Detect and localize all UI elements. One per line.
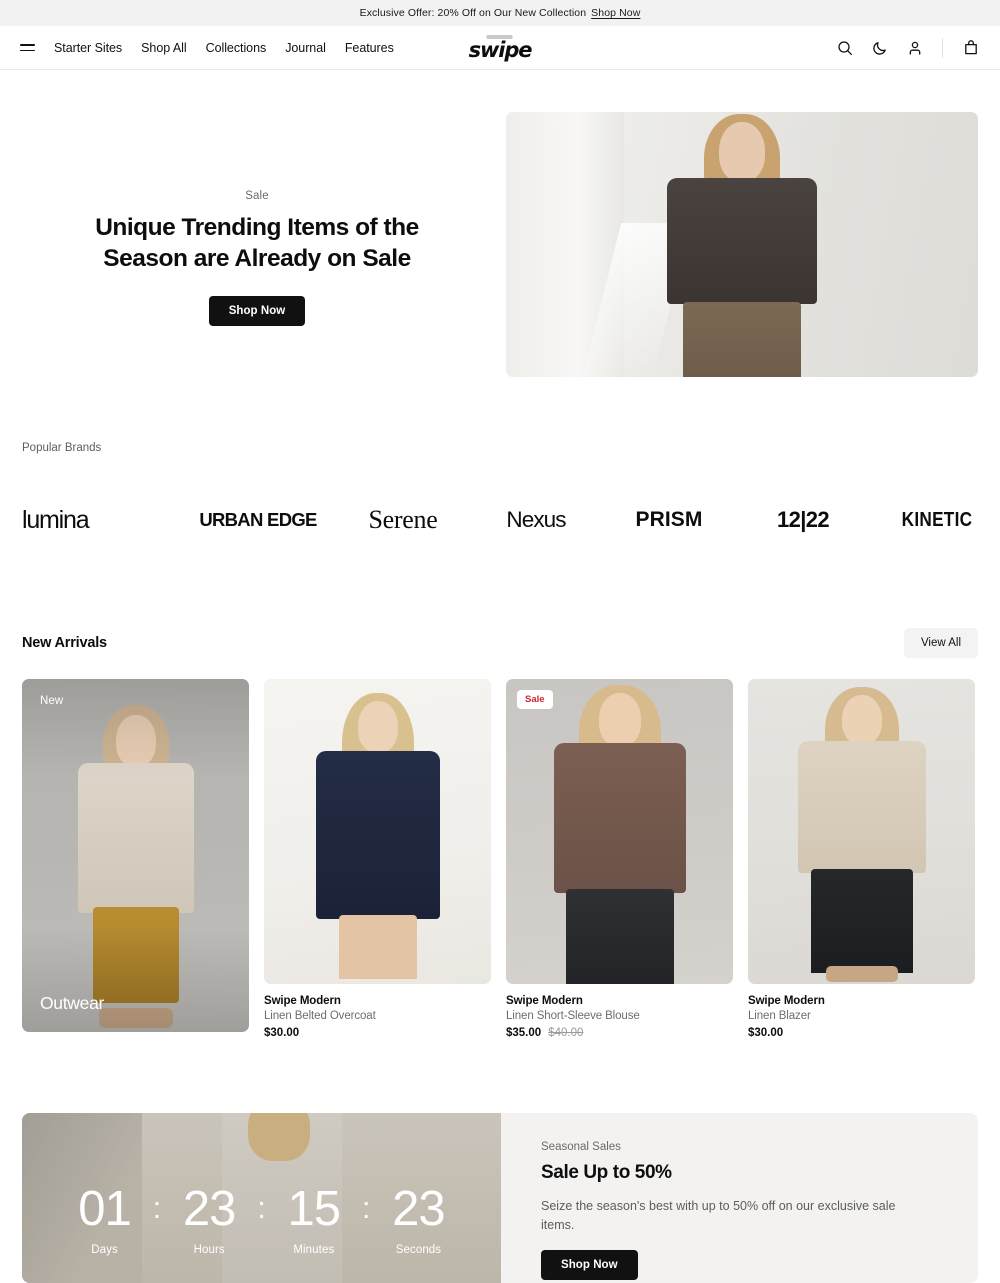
hero-copy: Sale Unique Trending Items of the Season… — [22, 112, 492, 326]
product-price: $30.00 — [264, 1027, 300, 1039]
nav-item-collections[interactable]: Collections — [206, 41, 267, 55]
product-card-info: Swipe Modern Linen Short-Sleeve Blouse $… — [506, 984, 733, 1039]
brand-logo-nexus[interactable]: Nexus — [470, 507, 602, 533]
hamburger-icon[interactable] — [20, 42, 35, 53]
product-grid: New Outwear Swipe Modern Linen Belted Ov… — [22, 679, 978, 1039]
nav-item-journal[interactable]: Journal — [285, 41, 326, 55]
seasonal-description: Seize the season's best with up to 50% o… — [541, 1199, 896, 1232]
product-brand: Swipe Modern — [506, 995, 583, 1007]
header-divider — [942, 37, 943, 58]
badge-sale: Sale — [517, 690, 553, 709]
page-title: New Arrivals — [22, 635, 107, 651]
product-photo — [22, 679, 249, 1032]
seasonal-sale-section: 01 Days : 23 Hours : 15 Minutes : 23 Sec… — [22, 1113, 978, 1283]
category-card-title: Outwear — [40, 993, 105, 1013]
countdown-days-label: Days — [91, 1243, 118, 1256]
countdown-separator: : — [152, 1189, 162, 1225]
product-card[interactable]: Swipe Modern Linen Blazer $30.00 — [748, 679, 975, 1039]
badge-new: New — [40, 695, 64, 707]
product-price-row: $30.00 — [264, 1027, 491, 1039]
seasonal-eyebrow: Seasonal Sales — [541, 1141, 621, 1153]
header-left: Starter Sites Shop All Collections Journ… — [20, 41, 394, 55]
popular-brands-section: Popular Brands lumina URBAN EDGE Serene … — [0, 380, 1000, 540]
product-card-image: Sale — [506, 679, 733, 984]
hero-image — [506, 112, 978, 377]
product-photo — [748, 679, 975, 984]
new-arrivals-header: New Arrivals View All — [22, 628, 978, 658]
product-price: $30.00 — [748, 1027, 784, 1039]
seasonal-shop-now-button[interactable]: Shop Now — [541, 1250, 638, 1280]
countdown-panel: 01 Days : 23 Hours : 15 Minutes : 23 Sec… — [22, 1113, 501, 1283]
nav-item-starter-sites[interactable]: Starter Sites — [54, 41, 122, 55]
brand-logo-row[interactable]: lumina URBAN EDGE Serene Nexus PRISM 12|… — [22, 500, 978, 540]
nav-item-features[interactable]: Features — [345, 41, 394, 55]
countdown-days: 01 Days — [57, 1181, 153, 1256]
announcement-shop-now-link[interactable]: Shop Now — [591, 7, 640, 19]
product-card-info: Swipe Modern Linen Belted Overcoat $30.0… — [264, 984, 491, 1039]
product-card[interactable]: Sale Swipe Modern Linen Short-Sleeve Blo… — [506, 679, 733, 1039]
product-price-row: $30.00 — [748, 1027, 975, 1039]
category-card-outwear[interactable]: New Outwear — [22, 679, 249, 1039]
countdown-seconds: 23 Seconds — [370, 1181, 466, 1256]
header-actions — [835, 37, 980, 58]
seasonal-sale-copy: Seasonal Sales Sale Up to 50% Seize the … — [501, 1113, 978, 1283]
brand-logo-serene[interactable]: Serene — [336, 505, 470, 535]
countdown-separator: : — [361, 1189, 371, 1225]
countdown-timer: 01 Days : 23 Hours : 15 Minutes : 23 Sec… — [22, 1113, 501, 1283]
product-card[interactable]: Swipe Modern Linen Belted Overcoat $30.0… — [264, 679, 491, 1039]
site-header: Starter Sites Shop All Collections Journ… — [0, 26, 1000, 70]
countdown-minutes: 15 Minutes — [266, 1181, 362, 1256]
product-photo — [506, 679, 733, 984]
hero-title: Unique Trending Items of the Season are … — [95, 214, 419, 273]
site-logo[interactable]: swipe — [468, 34, 533, 62]
countdown-hours: 23 Hours — [161, 1181, 257, 1256]
countdown-days-value: 01 — [78, 1181, 132, 1236]
product-name: Linen Blazer — [748, 1010, 811, 1022]
product-photo — [264, 679, 491, 984]
hero-eyebrow: Sale — [245, 190, 269, 202]
product-price: $35.00 — [506, 1027, 542, 1039]
new-arrivals-section: New Arrivals View All New Outwear Swipe … — [0, 540, 1000, 1039]
popular-brands-label: Popular Brands — [22, 442, 102, 454]
product-card-info: Swipe Modern Linen Blazer $30.00 — [748, 984, 975, 1039]
countdown-seconds-label: Seconds — [395, 1243, 442, 1256]
brand-logo-lumina[interactable]: lumina — [22, 506, 180, 535]
countdown-seconds-value: 23 — [392, 1181, 446, 1236]
brand-logo-prism[interactable]: PRISM — [602, 508, 736, 532]
brand-logo-12-22[interactable]: 12|22 — [736, 507, 870, 533]
category-card-image: New Outwear — [22, 679, 249, 1032]
product-name: Linen Belted Overcoat — [264, 1010, 376, 1022]
product-card-image — [748, 679, 975, 984]
countdown-minutes-label: Minutes — [293, 1243, 335, 1256]
product-brand: Swipe Modern — [748, 995, 825, 1007]
brand-logo-kinetic[interactable]: KINETIC — [879, 509, 978, 532]
countdown-hours-label: Hours — [193, 1243, 225, 1256]
announcement-bar: Exclusive Offer: 20% Off on Our New Coll… — [0, 0, 1000, 26]
hero-section: Sale Unique Trending Items of the Season… — [0, 70, 1000, 380]
brand-logo-urban-edge[interactable]: URBAN EDGE — [180, 509, 336, 531]
hero-shop-now-button[interactable]: Shop Now — [208, 295, 306, 326]
product-card-image — [264, 679, 491, 984]
product-name: Linen Short-Sleeve Blouse — [506, 1010, 640, 1022]
nav-item-shop-all[interactable]: Shop All — [141, 41, 187, 55]
product-brand: Swipe Modern — [264, 995, 341, 1007]
announcement-text: Exclusive Offer: 20% Off on Our New Coll… — [359, 7, 587, 19]
hero-photo — [506, 112, 978, 377]
view-all-button[interactable]: View All — [903, 628, 978, 658]
user-icon[interactable] — [905, 38, 924, 57]
product-price-row: $35.00 $40.00 — [506, 1027, 733, 1039]
search-icon[interactable] — [835, 38, 854, 57]
countdown-hours-value: 23 — [182, 1181, 237, 1236]
bag-icon[interactable] — [961, 38, 980, 57]
seasonal-title: Sale Up to 50% — [541, 1162, 672, 1183]
logo-text: swipe — [468, 37, 533, 62]
countdown-separator: : — [257, 1189, 266, 1225]
product-compare-at-price: $40.00 — [548, 1027, 584, 1039]
moon-icon[interactable] — [870, 38, 889, 57]
countdown-minutes-value: 15 — [287, 1181, 342, 1236]
